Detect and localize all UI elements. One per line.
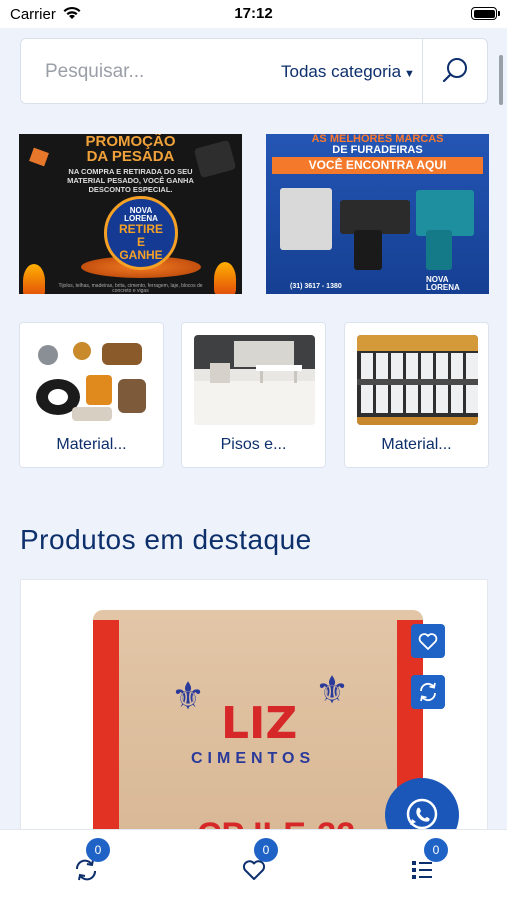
heart-icon <box>418 633 438 650</box>
circuit-breakers-image <box>357 335 478 425</box>
drill-handle-image <box>354 230 382 270</box>
section-title: Produtos em destaque <box>20 524 312 555</box>
nova-lorena-logo: NOVA LORENA <box>107 207 175 223</box>
search-bar: Todas categoria▼ <box>20 38 488 104</box>
category-label: Material... <box>381 436 452 453</box>
floor-room-image <box>194 335 315 425</box>
bottom-nav: 0 0 0 <box>0 829 507 900</box>
flame-decoration <box>23 264 45 294</box>
bag-stripe <box>93 620 119 838</box>
add-to-compare-button[interactable] <box>411 675 445 709</box>
category-label: Material... <box>56 436 127 453</box>
drill-box-image <box>280 188 332 250</box>
banner-fine-print: Tijolos, telhas, madeiras, brita, ciment… <box>58 283 203 294</box>
status-bar: Carrier 17:12 <box>0 0 507 28</box>
fleur-de-lis-icon: ⚜ <box>171 676 206 718</box>
product-brand-sub: CIMENTOS <box>191 750 316 767</box>
category-card-material-hidraulico[interactable]: Material... <box>19 322 164 468</box>
banner-subtitle: DE FURADEIRAS <box>332 144 423 156</box>
nav-compare[interactable]: 0 <box>46 830 126 890</box>
category-image <box>32 335 153 425</box>
compare-count-badge: 0 <box>86 838 110 862</box>
list-count-badge: 0 <box>424 838 448 862</box>
banner-cta: RETIRE E GANHE <box>107 223 175 262</box>
flame-decoration <box>214 262 236 294</box>
category-card-pisos[interactable]: Pisos e... <box>181 322 326 468</box>
category-image <box>194 335 315 425</box>
nova-lorena-logo: NOVA LORENA <box>426 276 460 292</box>
category-image <box>357 335 478 425</box>
wishlist-count-badge: 0 <box>254 838 278 862</box>
category-select[interactable]: Todas categoria ▼ <box>281 59 441 85</box>
search-input[interactable] <box>45 59 275 85</box>
drill-handle-image <box>426 230 452 270</box>
cta-line-3: GANHE <box>119 248 163 262</box>
banner-band: VOCÊ ENCONTRA AQUI <box>272 157 483 174</box>
category-select-label: Todas categoria <box>281 62 402 81</box>
drill-image <box>340 200 410 234</box>
add-to-wishlist-button[interactable] <box>411 624 445 658</box>
promo-banner-retire-ganhe[interactable]: PROMOÇÃO DA PESADA NA COMPRA E RETIRADA … <box>19 134 242 294</box>
category-card-material-eletrico[interactable]: Material... <box>344 322 489 468</box>
plumbing-parts-image <box>32 335 153 425</box>
scroll-indicator[interactable] <box>499 55 503 105</box>
clock: 17:12 <box>234 5 273 22</box>
product-image: ⚜ ⚜ LIZ CIMENTOS CP II-E-32 <box>93 610 423 838</box>
compare-icon <box>420 682 436 702</box>
banner-text: NA COMPRA E RETIRADA DO SEU MATERIAL PES… <box>67 167 194 194</box>
product-brand: LIZ <box>221 698 298 749</box>
promo-banner-furadeiras[interactable]: AS MELHORES MARCAS DE FURADEIRAS VOCÊ EN… <box>266 134 489 294</box>
search-icon <box>442 58 467 83</box>
retire-ganhe-badge: NOVA LORENA RETIRE E GANHE <box>104 196 178 270</box>
logo-line-2: LORENA <box>426 283 460 292</box>
banner-phone: (31) 3617 - 1380 <box>290 283 342 290</box>
nav-wishlist[interactable]: 0 <box>214 830 294 890</box>
battery-icon <box>471 7 500 20</box>
category-label: Pisos e... <box>220 436 287 453</box>
chevron-down-icon: ▼ <box>404 68 415 80</box>
search-button[interactable] <box>423 39 487 103</box>
nav-list[interactable]: 0 <box>382 830 462 890</box>
fleur-de-lis-icon: ⚜ <box>315 670 350 712</box>
